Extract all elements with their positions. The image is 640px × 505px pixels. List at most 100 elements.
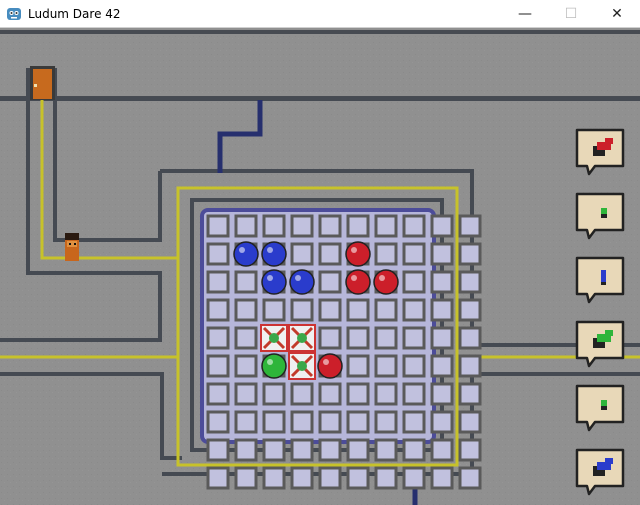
door-icon[interactable] <box>30 66 55 100</box>
game-viewport[interactable] <box>0 28 640 505</box>
board-cell[interactable] <box>402 242 426 266</box>
board-cell[interactable] <box>402 270 426 294</box>
board-cell[interactable] <box>206 214 230 238</box>
board-cell[interactable] <box>290 298 314 322</box>
board-cell[interactable] <box>374 214 398 238</box>
board-cell[interactable] <box>262 466 286 490</box>
board-cell[interactable] <box>290 382 314 406</box>
board-cell[interactable] <box>374 242 398 266</box>
board-cell[interactable] <box>346 214 370 238</box>
board-cell[interactable] <box>206 354 230 378</box>
board-cell[interactable] <box>374 354 398 378</box>
board-cell[interactable] <box>346 382 370 406</box>
board-cell[interactable] <box>346 326 370 350</box>
board-cell[interactable] <box>206 326 230 350</box>
board-cell[interactable] <box>206 410 230 434</box>
board-cell[interactable] <box>430 466 454 490</box>
board-cell[interactable] <box>318 270 342 294</box>
highlighted-cell[interactable] <box>260 324 288 352</box>
red-orb[interactable] <box>373 269 399 295</box>
board-cell[interactable] <box>206 382 230 406</box>
close-button[interactable]: ✕ <box>594 0 640 28</box>
board-cell[interactable] <box>402 438 426 462</box>
board-cell[interactable] <box>430 214 454 238</box>
puzzle-board[interactable] <box>200 208 482 490</box>
board-cell[interactable] <box>346 354 370 378</box>
board-cell[interactable] <box>206 270 230 294</box>
board-cell[interactable] <box>262 410 286 434</box>
board-cell[interactable] <box>234 270 258 294</box>
board-cell[interactable] <box>430 242 454 266</box>
board-cell[interactable] <box>318 242 342 266</box>
red-orb[interactable] <box>317 353 343 379</box>
board-cell[interactable] <box>290 242 314 266</box>
board-cell[interactable] <box>458 382 482 406</box>
maximize-button[interactable]: ☐ <box>548 0 594 28</box>
board-cell[interactable] <box>262 438 286 462</box>
board-cell[interactable] <box>234 214 258 238</box>
blue-orb[interactable] <box>233 241 259 267</box>
board-cell[interactable] <box>290 214 314 238</box>
board-cell[interactable] <box>234 354 258 378</box>
board-cell[interactable] <box>346 298 370 322</box>
board-cell[interactable] <box>234 298 258 322</box>
board-cell[interactable] <box>318 466 342 490</box>
board-cell[interactable] <box>374 410 398 434</box>
board-cell[interactable] <box>318 298 342 322</box>
board-cell[interactable] <box>234 466 258 490</box>
board-cell[interactable] <box>458 326 482 350</box>
board-cell[interactable] <box>234 382 258 406</box>
board-cell[interactable] <box>430 298 454 322</box>
board-cell[interactable] <box>318 438 342 462</box>
board-cell[interactable] <box>290 438 314 462</box>
board-cell[interactable] <box>206 438 230 462</box>
board-cell[interactable] <box>458 354 482 378</box>
blue-orb[interactable] <box>261 241 287 267</box>
green-orb[interactable] <box>261 353 287 379</box>
board-cell[interactable] <box>458 270 482 294</box>
board-cell[interactable] <box>402 214 426 238</box>
board-cell[interactable] <box>458 298 482 322</box>
board-cell[interactable] <box>290 466 314 490</box>
board-cell[interactable] <box>430 410 454 434</box>
highlighted-cell[interactable] <box>288 352 316 380</box>
board-cell[interactable] <box>458 410 482 434</box>
board-cell[interactable] <box>430 326 454 350</box>
board-cell[interactable] <box>374 298 398 322</box>
board-cell[interactable] <box>374 382 398 406</box>
red-orb[interactable] <box>345 269 371 295</box>
highlighted-cell[interactable] <box>288 324 316 352</box>
board-cell[interactable] <box>458 466 482 490</box>
board-cell[interactable] <box>430 354 454 378</box>
board-cell[interactable] <box>318 410 342 434</box>
board-cell[interactable] <box>430 270 454 294</box>
blue-orb[interactable] <box>261 269 287 295</box>
board-cell[interactable] <box>318 214 342 238</box>
board-cell[interactable] <box>402 298 426 322</box>
board-cell[interactable] <box>262 214 286 238</box>
board-cell[interactable] <box>458 242 482 266</box>
board-cell[interactable] <box>206 298 230 322</box>
board-cell[interactable] <box>430 438 454 462</box>
board-cell[interactable] <box>346 438 370 462</box>
board-cell[interactable] <box>346 466 370 490</box>
board-cell[interactable] <box>262 382 286 406</box>
board-cell[interactable] <box>402 382 426 406</box>
board-cell[interactable] <box>430 382 454 406</box>
red-orb[interactable] <box>345 241 371 267</box>
board-cell[interactable] <box>346 410 370 434</box>
board-cell[interactable] <box>234 326 258 350</box>
board-cell[interactable] <box>318 326 342 350</box>
board-cell[interactable] <box>402 410 426 434</box>
board-cell[interactable] <box>458 214 482 238</box>
board-cell[interactable] <box>374 326 398 350</box>
board-cell[interactable] <box>290 410 314 434</box>
board-cell[interactable] <box>402 326 426 350</box>
player-character[interactable] <box>65 233 79 261</box>
board-cell[interactable] <box>234 410 258 434</box>
minimize-button[interactable]: — <box>502 0 548 28</box>
board-cell[interactable] <box>374 438 398 462</box>
board-cell[interactable] <box>206 242 230 266</box>
board-cell[interactable] <box>402 466 426 490</box>
board-cell[interactable] <box>374 466 398 490</box>
